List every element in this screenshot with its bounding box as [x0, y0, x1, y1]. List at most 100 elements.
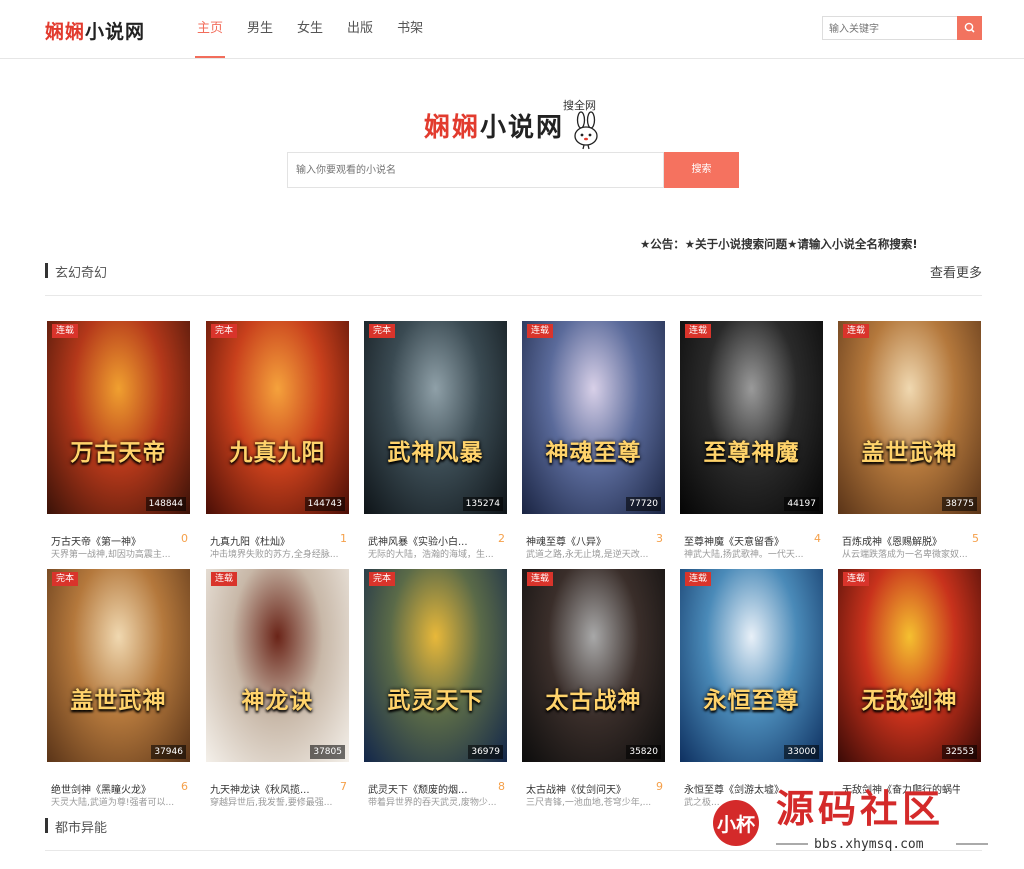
book-view-count: 32553	[942, 745, 977, 759]
book-view-count: 35820	[626, 745, 661, 759]
book-rank: 5	[972, 532, 979, 545]
book-status-badge: 连载	[527, 572, 554, 586]
book-cover-title: 太古战神	[545, 687, 642, 714]
hero-search-input[interactable]	[287, 152, 664, 188]
book-status-badge: 连载	[52, 324, 79, 338]
book-cover[interactable]: 无敌剑神 连载 32553	[838, 569, 981, 762]
header-search-button[interactable]	[957, 16, 982, 40]
book-cover[interactable]: 九真九阳 完本 144743	[206, 321, 349, 514]
book-view-count: 38775	[942, 497, 977, 511]
hero-search-box: 搜索	[287, 152, 739, 188]
logo-red-text: 娴娴	[45, 21, 86, 43]
book-title[interactable]: 百炼成神《恩赐解脱》	[842, 533, 960, 548]
nav-item-female[interactable]: 女生	[295, 0, 325, 58]
book-cover[interactable]: 盖世武神 完本 37946	[47, 569, 190, 762]
view-more-link[interactable]: 查看更多	[930, 262, 982, 281]
watermark-stamp-text: 小杯	[717, 813, 755, 836]
book-description: 带着异世界的吞天武灵,废物少...	[368, 798, 497, 808]
book-rank: 6	[181, 780, 188, 793]
section-title-bar	[45, 818, 48, 833]
book-view-count: 37946	[151, 745, 186, 759]
book-card[interactable]: 神龙诀 连载 37805 九天神龙诀《秋风揽... 7 穿越异世后,我发誓,要修最强...	[206, 569, 349, 809]
book-title[interactable]: 武灵天下《颓废的烟...	[368, 781, 486, 796]
book-cover[interactable]: 武神风暴 完本 135274	[364, 321, 507, 514]
book-title[interactable]: 万古天帝《第一神》	[51, 533, 169, 548]
book-title[interactable]: 武神风暴《实验小白...	[368, 533, 486, 548]
book-cover[interactable]: 太古战神 连载 35820	[522, 569, 665, 762]
book-status-badge: 连载	[685, 324, 712, 338]
search-icon	[964, 22, 975, 33]
book-card[interactable]: 永恒至尊 连载 33000 永恒至尊《剑游太墟》 武之极...	[680, 569, 823, 809]
book-title[interactable]: 至尊神魔《天意留香》	[684, 533, 802, 548]
book-rank: 9	[656, 780, 663, 793]
book-card[interactable]: 九真九阳 完本 144743 九真九阳《杜灿》 1 冲击境界失败的苏方,全身经脉...	[206, 321, 349, 561]
book-view-count: 37805	[310, 745, 345, 759]
book-cover[interactable]: 武灵天下 完本 36979	[364, 569, 507, 762]
book-card[interactable]: 太古战神 连载 35820 太古战神《仗剑问天》 9 三尺青锋,一池血地,苍穹少年,...	[522, 569, 665, 809]
book-cover-title: 神龙诀	[241, 687, 314, 714]
book-cover[interactable]: 神龙诀 连载 37805	[206, 569, 349, 762]
book-cover[interactable]: 永恒至尊 连载 33000	[680, 569, 823, 762]
book-card[interactable]: 盖世武神 完本 37946 绝世剑神《黑瞳火龙》 6 天灵大陆,武道为尊!强者可以...	[47, 569, 190, 809]
book-description: 冲击境界失败的苏方,全身经脉...	[210, 550, 339, 560]
book-rank: 4	[814, 532, 821, 545]
book-cover[interactable]: 神魂至尊 连载 77720	[522, 321, 665, 514]
nav-item-bookshelf[interactable]: 书架	[395, 0, 425, 58]
book-cover[interactable]: 万古天帝 连载 148844	[47, 321, 190, 514]
hero-logo-red-text: 娴娴	[424, 113, 481, 143]
hero-logo-text: 娴娴小说网	[424, 107, 564, 144]
book-status-badge: 完本	[211, 324, 238, 338]
book-cover-title: 武神风暴	[387, 439, 484, 466]
book-cover-title: 九真九阳	[229, 439, 326, 466]
book-title[interactable]: 绝世剑神《黑瞳火龙》	[51, 781, 169, 796]
header-search-input[interactable]	[823, 18, 963, 41]
site-logo[interactable]: 娴娴小说网	[45, 17, 145, 44]
hero-search-button[interactable]: 搜索	[664, 152, 739, 188]
hero-logo: 娴娴小说网 搜全网	[424, 97, 609, 155]
book-cover[interactable]: 盖世武神 连载 38775	[838, 321, 981, 514]
book-rank: 3	[656, 532, 663, 545]
section-title: 玄幻奇幻	[55, 266, 108, 281]
book-cover-title: 万古天帝	[70, 439, 167, 466]
header-search-box	[822, 16, 982, 41]
book-status-badge: 连载	[211, 572, 238, 586]
book-description: 从云端跌落成为一名卑微家奴...	[842, 550, 968, 560]
book-description: 穿越异世后,我发誓,要修最强...	[210, 798, 333, 808]
book-view-count: 77720	[626, 497, 661, 511]
watermark-title-text: 源码社区	[776, 787, 944, 831]
section-title-bar	[45, 263, 48, 278]
book-card[interactable]: 万古天帝 连载 148844 万古天帝《第一神》 0 天界第一战神,却因功高震主...	[47, 321, 190, 561]
book-status-badge: 连载	[527, 324, 554, 338]
nav-item-male[interactable]: 男生	[245, 0, 275, 58]
book-card[interactable]: 神魂至尊 连载 77720 神魂至尊《八异》 3 武道之路,永无止境,是逆天改...	[522, 321, 665, 561]
book-card[interactable]: 盖世武神 连载 38775 百炼成神《恩赐解脱》 5 从云端跌落成为一名卑微家奴...	[838, 321, 981, 561]
book-view-count: 148844	[145, 497, 186, 511]
book-cover[interactable]: 至尊神魔 连载 44197	[680, 321, 823, 514]
book-card[interactable]: 至尊神魔 连载 44197 至尊神魔《天意留香》 4 神武大陆,扬武歌神。一代天...	[680, 321, 823, 561]
hero-logo-black-text: 小说网	[480, 113, 565, 143]
book-view-count: 33000	[784, 745, 819, 759]
logo-black-text: 小说网	[85, 21, 146, 43]
top-navigation-bar: 娴娴小说网 主页 男生 女生 出版 书架	[0, 0, 1024, 59]
book-cover-title: 盖世武神	[70, 687, 167, 714]
watermark-overlay: 小杯 源码社区 bbs.xhymsq.com	[712, 782, 1024, 865]
nav-item-home[interactable]: 主页	[195, 0, 226, 58]
book-card[interactable]: 武灵天下 完本 36979 武灵天下《颓废的烟... 8 带着异世界的吞天武灵,废物少..…	[364, 569, 507, 809]
book-title[interactable]: 太古战神《仗剑问天》	[526, 781, 644, 796]
book-status-badge: 连载	[843, 572, 870, 586]
book-status-badge: 完本	[369, 572, 396, 586]
book-title[interactable]: 九真九阳《杜灿》	[210, 533, 328, 548]
book-cover-title: 神魂至尊	[545, 439, 642, 466]
book-rank: 2	[498, 532, 505, 545]
nav-item-publish[interactable]: 出版	[345, 0, 375, 58]
book-title[interactable]: 神魂至尊《八异》	[526, 533, 644, 548]
book-title[interactable]: 九天神龙诀《秋风揽...	[210, 781, 328, 796]
book-view-count: 144743	[304, 497, 345, 511]
watermark-graphic: 小杯 源码社区 bbs.xhymsq.com	[713, 787, 988, 852]
book-card[interactable]: 武神风暴 完本 135274 武神风暴《实验小白... 2 无际的大陆，浩瀚的海域，生..…	[364, 321, 507, 561]
book-cover-title: 无敌剑神	[861, 687, 958, 714]
book-cover-title: 武灵天下	[387, 687, 484, 714]
book-description: 神武大陆,扬武歌神。一代天...	[684, 550, 804, 560]
book-status-badge: 连载	[843, 324, 870, 338]
book-card[interactable]: 无敌剑神 连载 32553 无敌剑神《奋力爬行的蜗牛》	[838, 569, 981, 809]
